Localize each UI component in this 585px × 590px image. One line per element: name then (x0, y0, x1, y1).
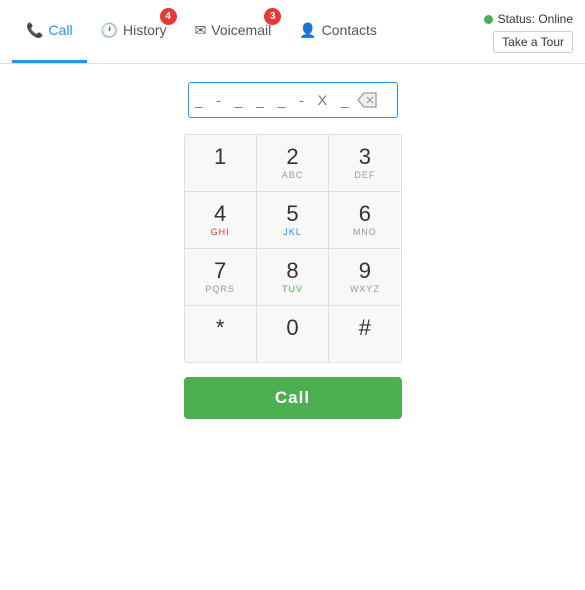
phone-input[interactable] (195, 92, 355, 108)
key-0-number: 0 (286, 317, 298, 339)
key-6-number: 6 (359, 203, 371, 225)
contacts-tab-icon: 👤 (299, 22, 316, 39)
dialpad-row-3: 7 PQRS 8 TUV 9 WXYZ (185, 249, 401, 306)
key-9[interactable]: 9 WXYZ (329, 249, 400, 305)
key-3-letters: DEF (354, 170, 375, 182)
dialpad: 1 2 ABC 3 DEF 4 GHI 5 JKL 6 (184, 134, 402, 363)
key-1[interactable]: 1 (185, 135, 257, 191)
key-5-number: 5 (286, 203, 298, 225)
take-a-tour-button[interactable]: Take a Tour (493, 31, 573, 53)
call-tab-icon: 📞 (26, 22, 43, 39)
key-4-number: 4 (214, 203, 226, 225)
key-hash[interactable]: # (329, 306, 400, 362)
dialpad-row-1: 1 2 ABC 3 DEF (185, 135, 401, 192)
tabs: 📞 Call 🕐 History 4 ✉ Voicemail 3 👤 Conta… (12, 0, 391, 63)
status-indicator: Status: Online (484, 12, 573, 26)
key-star-number: * (216, 317, 225, 339)
tab-voicemail[interactable]: ✉ Voicemail 3 (181, 0, 286, 63)
key-5-letters: JKL (283, 227, 302, 239)
key-hash-number: # (359, 317, 371, 339)
voicemail-badge: 3 (264, 8, 281, 25)
key-8-number: 8 (286, 260, 298, 282)
dialpad-row-2: 4 GHI 5 JKL 6 MNO (185, 192, 401, 249)
key-7[interactable]: 7 PQRS (185, 249, 257, 305)
key-2-number: 2 (286, 146, 298, 168)
key-3-number: 3 (359, 146, 371, 168)
history-tab-label: History (123, 22, 167, 38)
key-8[interactable]: 8 TUV (257, 249, 329, 305)
main-content: 1 2 ABC 3 DEF 4 GHI 5 JKL 6 (0, 64, 585, 419)
key-1-number: 1 (214, 146, 226, 168)
key-star[interactable]: * (185, 306, 257, 362)
key-8-letters: TUV (282, 284, 303, 296)
key-9-letters: WXYZ (350, 284, 380, 296)
tab-call[interactable]: 📞 Call (12, 0, 87, 63)
key-2[interactable]: 2 ABC (257, 135, 329, 191)
key-9-number: 9 (359, 260, 371, 282)
backspace-icon (357, 92, 377, 108)
key-3[interactable]: 3 DEF (329, 135, 400, 191)
key-0[interactable]: 0 (257, 306, 329, 362)
key-4-letters: GHI (211, 227, 230, 239)
backspace-button[interactable] (355, 90, 379, 110)
status-dot (484, 15, 493, 24)
tab-history[interactable]: 🕐 History 4 (87, 0, 181, 63)
status-label: Status: Online (498, 12, 573, 26)
voicemail-tab-icon: ✉ (195, 22, 207, 39)
key-7-number: 7 (214, 260, 226, 282)
key-2-letters: ABC (282, 170, 304, 182)
key-6-letters: MNO (353, 227, 377, 239)
key-6[interactable]: 6 MNO (329, 192, 400, 248)
call-button[interactable]: Call (184, 377, 402, 419)
header: Status: Online 📞 Call 🕐 History 4 ✉ Voic… (0, 0, 585, 64)
history-badge: 4 (160, 8, 177, 25)
voicemail-tab-label: Voicemail (211, 22, 271, 38)
tab-contacts[interactable]: 👤 Contacts (285, 0, 391, 63)
dialpad-row-4: * 0 # (185, 306, 401, 362)
phone-input-wrapper (188, 82, 398, 118)
contacts-tab-label: Contacts (322, 22, 377, 38)
history-tab-icon: 🕐 (101, 22, 118, 39)
key-4[interactable]: 4 GHI (185, 192, 257, 248)
key-5[interactable]: 5 JKL (257, 192, 329, 248)
key-7-letters: PQRS (205, 284, 235, 296)
call-tab-label: Call (48, 22, 72, 38)
